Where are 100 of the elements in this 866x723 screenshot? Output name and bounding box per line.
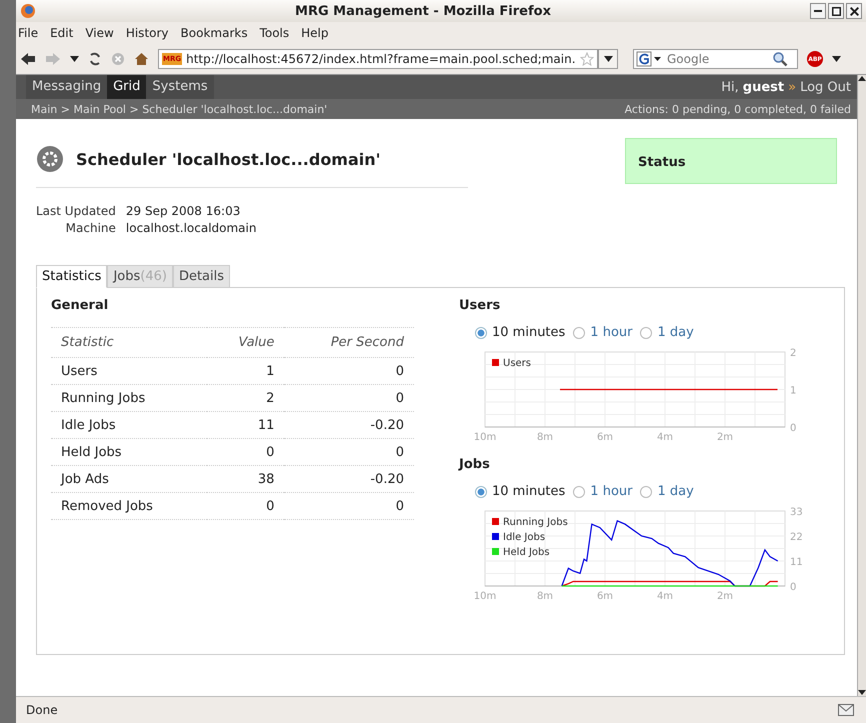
mail-icon[interactable]	[838, 704, 854, 716]
scroll-up-icon[interactable]	[858, 75, 866, 83]
table-cell: Users	[51, 358, 207, 384]
home-icon[interactable]	[134, 52, 149, 66]
table-cell: -0.20	[284, 412, 414, 438]
search-icon[interactable]	[772, 51, 788, 67]
section-heading: General	[51, 298, 110, 313]
table-cell: 38	[206, 466, 284, 492]
nav-tab[interactable]: Systems	[146, 75, 214, 99]
axis-tick-label: 6m	[596, 432, 614, 440]
tab[interactable]: Details	[172, 265, 230, 288]
legend-label: Held Jobs	[503, 547, 550, 558]
axis-tick-label: 2m	[716, 591, 734, 599]
status-label: Status	[638, 155, 686, 170]
actions-summary: Actions: 0 pending, 0 completed, 0 failed	[624, 102, 851, 116]
column-header: Per Second	[284, 328, 414, 358]
radio-button[interactable]	[640, 486, 652, 498]
back-icon[interactable]	[20, 52, 36, 66]
table-cell: 0	[284, 438, 414, 466]
range-link[interactable]: 1 hour	[590, 325, 632, 340]
url-dropdown-button[interactable]	[598, 49, 618, 69]
search-field[interactable]: Google	[633, 49, 798, 69]
close-button[interactable]	[846, 3, 862, 19]
radio-button[interactable]	[573, 486, 586, 498]
legend-label: Running Jobs	[503, 517, 568, 528]
status-text: Done	[26, 703, 58, 717]
axis-tick-label: 1	[790, 386, 796, 396]
minimize-icon	[814, 10, 822, 12]
range-link[interactable]: 1 hour	[590, 484, 632, 499]
section-heading: Jobs	[459, 457, 491, 472]
reload-icon[interactable]	[88, 52, 102, 66]
radio-button[interactable]	[573, 326, 586, 338]
greeting-text: Hi,	[721, 80, 739, 94]
nav-tab[interactable]: Messaging	[26, 75, 108, 99]
scrollbar[interactable]	[857, 75, 866, 696]
radio-button[interactable]	[475, 486, 487, 498]
menu-item[interactable]: View	[85, 26, 114, 40]
browser-globe-icon	[20, 3, 36, 19]
table-cell: 0	[206, 438, 284, 466]
axis-tick-label: 0	[790, 582, 796, 593]
axis-tick-label: 22	[790, 532, 803, 543]
menu-item[interactable]: Tools	[260, 26, 290, 40]
table-cell: 0	[284, 358, 414, 384]
tab[interactable]: Statistics	[36, 265, 108, 288]
property-label: Last Updated	[36, 204, 116, 218]
property-value: 29 Sep 2008 16:03	[126, 204, 242, 218]
column-header: Statistic	[51, 328, 207, 358]
minimize-button[interactable]	[810, 3, 826, 19]
close-icon	[850, 6, 858, 16]
axis-tick-label: 33	[790, 507, 803, 518]
property-value: localhost.localdomain	[126, 221, 256, 235]
table-cell: 0	[284, 492, 414, 520]
breadcrumb: Main > Main Pool > Scheduler 'localhost.loc...domain'	[31, 102, 328, 116]
section-heading: Users	[459, 298, 502, 313]
logout-link[interactable]: Log Out	[800, 80, 851, 94]
table-cell: Job Ads	[51, 466, 207, 492]
axis-tick-label: 6m	[596, 591, 614, 599]
table-cell: 0	[206, 492, 284, 520]
axis-tick-label: 2	[790, 348, 796, 359]
property-label: Machine	[64, 221, 116, 235]
table-cell: 0	[284, 384, 414, 412]
caret-icon	[604, 56, 612, 62]
user-name: guest	[742, 80, 784, 94]
separator-text: »	[788, 80, 796, 94]
tab[interactable]: Jobs(46)	[107, 265, 173, 288]
range-link[interactable]: 1 day	[657, 325, 694, 340]
scroll-down-icon[interactable]	[858, 688, 866, 696]
dropdown-icon[interactable]	[70, 56, 79, 62]
axis-tick-label: 8m	[536, 432, 554, 440]
table-cell: Held Jobs	[51, 438, 207, 466]
table-cell: 2	[206, 384, 284, 412]
axis-tick-label: 10m	[474, 591, 496, 599]
menu-item[interactable]: Help	[301, 26, 328, 40]
dropdown-icon[interactable]	[832, 56, 841, 62]
legend-label: Users	[503, 358, 532, 369]
table-cell: 1	[206, 358, 284, 384]
axis-tick-label: 0	[790, 423, 796, 434]
menu-item[interactable]: Edit	[50, 26, 74, 40]
maximize-icon	[832, 6, 840, 16]
menu-item[interactable]: File	[18, 26, 38, 40]
table-cell: Idle Jobs	[51, 412, 207, 438]
maximize-button[interactable]	[828, 3, 844, 19]
table-cell: Removed Jobs	[51, 492, 207, 520]
axis-tick-label: 4m	[656, 432, 674, 440]
search-engine-icon[interactable]	[636, 51, 662, 67]
window-title: MRG Management - Mozilla Firefox	[294, 4, 552, 18]
page-title: Scheduler 'localhost.loc...domain'	[76, 150, 381, 168]
axis-tick-label: 8m	[536, 591, 554, 599]
table-cell: -0.20	[284, 466, 414, 492]
range-label: 10 minutes	[492, 484, 566, 499]
star-icon[interactable]	[580, 52, 594, 66]
axis-tick-label: 10m	[474, 432, 496, 440]
menu-item[interactable]: History	[126, 26, 169, 40]
radio-button[interactable]	[475, 326, 487, 338]
legend-label: Idle Jobs	[503, 532, 546, 543]
gear-icon	[36, 145, 64, 173]
menu-item[interactable]: Bookmarks	[180, 26, 248, 40]
nav-tab[interactable]: Grid	[107, 75, 146, 99]
range-link[interactable]: 1 day	[657, 484, 694, 499]
radio-button[interactable]	[640, 326, 652, 338]
